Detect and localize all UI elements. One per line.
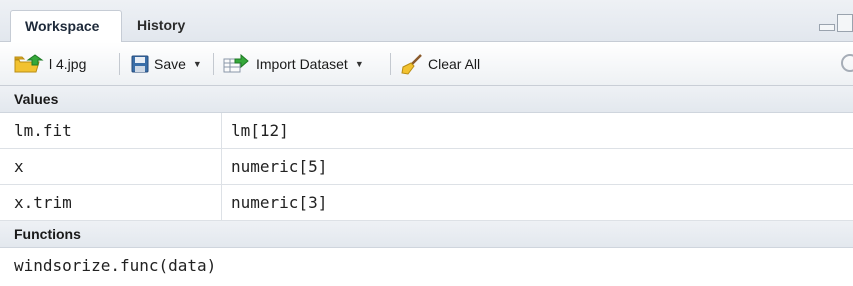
chevron-down-icon: ▼: [354, 58, 364, 69]
window-controls: [813, 12, 853, 36]
tab-bar: Workspace History: [0, 0, 853, 43]
toolbar-separator: [390, 53, 391, 75]
load-workspace-button[interactable]: l 4.jpg: [14, 42, 86, 85]
functions-section-header: Functions: [0, 221, 853, 248]
clear-all-label: Clear All: [428, 55, 481, 72]
broom-icon: [401, 53, 422, 75]
toolbar: l 4.jpg Save ▼ Import Dataset ▼ Clear Al…: [0, 42, 853, 86]
column-divider: [221, 113, 222, 148]
tab-workspace[interactable]: Workspace: [10, 10, 122, 43]
save-label: Save: [154, 55, 186, 72]
refresh-icon[interactable]: [841, 54, 853, 72]
open-folder-icon: [14, 53, 44, 72]
table-row[interactable]: x numeric[5]: [0, 149, 853, 185]
import-dataset-icon: [223, 53, 249, 72]
variable-value: numeric[3]: [231, 193, 328, 212]
minimize-icon[interactable]: [819, 24, 835, 31]
toolbar-separator: [213, 53, 214, 75]
clear-all-button[interactable]: Clear All: [401, 42, 480, 85]
chevron-down-icon: ▼: [192, 58, 202, 69]
save-icon: [131, 55, 149, 72]
save-button[interactable]: Save ▼: [131, 42, 202, 85]
toolbar-separator: [119, 53, 120, 75]
load-workspace-label: l 4.jpg: [49, 55, 87, 72]
import-dataset-button[interactable]: Import Dataset ▼: [223, 42, 364, 85]
variable-value: numeric[5]: [231, 157, 328, 176]
workspace-pane: Workspace History l 4.jpg Save ▼ Import …: [0, 0, 853, 286]
variable-name: lm.fit: [14, 121, 72, 140]
column-divider: [221, 149, 222, 184]
variable-name: x.trim: [14, 193, 72, 212]
values-section-header: Values: [0, 86, 853, 113]
table-row[interactable]: x.trim numeric[3]: [0, 185, 853, 221]
variable-value: lm[12]: [231, 121, 289, 140]
import-dataset-label: Import Dataset: [256, 55, 348, 72]
maximize-icon[interactable]: [837, 14, 853, 32]
function-name: windsorize.func(data): [14, 256, 217, 275]
table-row[interactable]: windsorize.func(data): [0, 248, 853, 284]
variable-name: x: [14, 157, 24, 176]
tab-history[interactable]: History: [123, 10, 199, 42]
table-row[interactable]: lm.fit lm[12]: [0, 113, 853, 149]
column-divider: [221, 185, 222, 220]
